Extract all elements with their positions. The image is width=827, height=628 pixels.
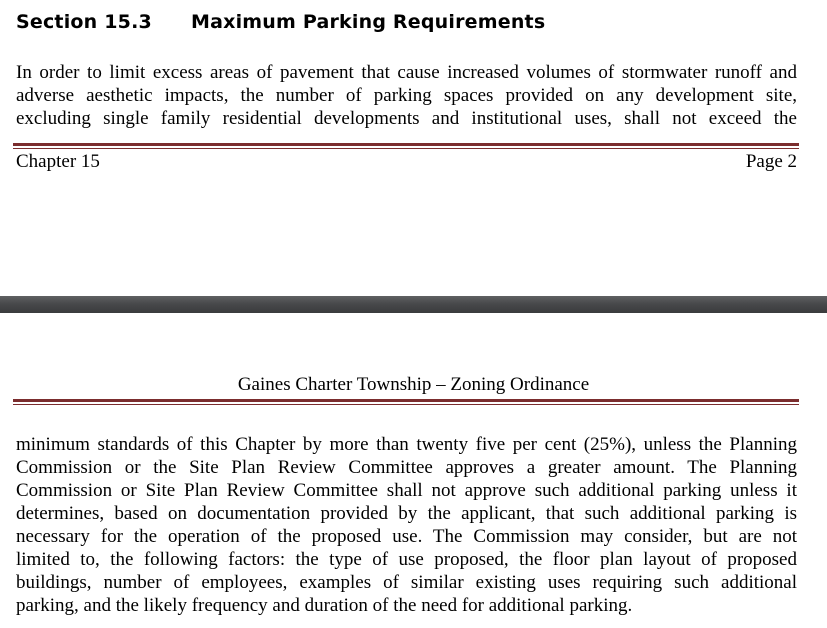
footer-rule <box>13 143 799 149</box>
footer-page-number: Page 2 <box>745 151 797 172</box>
section-number: Section 15.3 <box>16 11 152 33</box>
paragraph-line: buildings, number of employees, examples… <box>16 572 797 593</box>
document-page-top: Section 15.3 Maximum Parking Requirements… <box>0 0 827 296</box>
section-title: Maximum Parking Requirements <box>191 11 546 33</box>
section-heading: Section 15.3 Maximum Parking Requirements <box>16 11 545 33</box>
paragraph-top: In order to limit excess areas of paveme… <box>16 61 797 130</box>
paragraph-bottom: minimum standards of this Chapter by mor… <box>16 433 797 617</box>
paragraph-line: Commission or the Site Plan Review Commi… <box>16 457 797 478</box>
footer-chapter: Chapter 15 <box>16 151 100 172</box>
paragraph-line: parking, and the likely frequency and du… <box>16 595 633 616</box>
paragraph-line: excluding single family residential deve… <box>16 108 797 129</box>
paragraph-line: adverse aesthetic impacts, the number of… <box>16 85 797 106</box>
paragraph-line: Commission or Site Plan Review Committee… <box>16 480 797 501</box>
paragraph-line: necessary for the operation of the propo… <box>16 526 797 547</box>
paragraph-line: limited to, the following factors: the t… <box>16 549 797 570</box>
page-separator <box>0 296 827 313</box>
paragraph-line: minimum standards of this Chapter by mor… <box>16 434 797 455</box>
header-rule <box>13 399 799 405</box>
paragraph-line: determines, based on documentation provi… <box>16 503 797 524</box>
paragraph-line: In order to limit excess areas of paveme… <box>16 62 797 83</box>
page-header-title: Gaines Charter Township – Zoning Ordinan… <box>237 374 590 395</box>
